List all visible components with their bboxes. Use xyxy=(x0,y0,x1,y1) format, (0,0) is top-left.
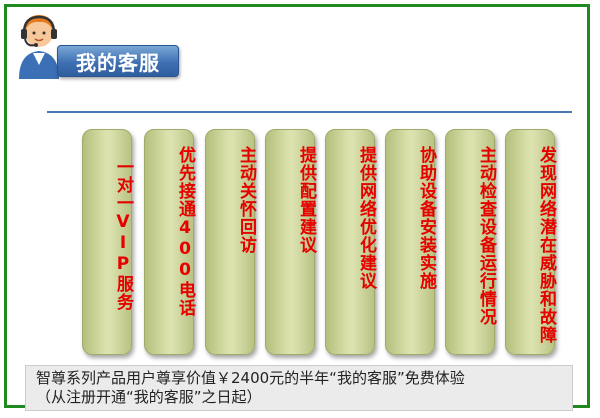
promotion-note: 智尊系列产品用户尊享价值￥2400元的半年“我的客服”免费体验 （从注册开通“我… xyxy=(25,365,573,411)
service-card: 发现网络潜在威胁和故障 xyxy=(505,129,556,355)
section-title-bar: 我的客服 xyxy=(57,45,179,77)
service-card: 协助设备安装实施 xyxy=(385,129,436,355)
service-card: 优先接通400电话 xyxy=(144,129,195,355)
service-card: 主动关怀回访 xyxy=(205,129,256,355)
service-card-label: 提供配置建议 xyxy=(296,146,316,254)
content-frame: 我的客服 一对一VIP服务 优先接通400电话 主动关怀回访 提供配置建议 提供… xyxy=(4,4,590,411)
service-card-label: 发现网络潜在威胁和故障 xyxy=(536,146,556,344)
service-card-label: 优先接通400电话 xyxy=(175,146,195,317)
service-card-label: 一对一VIP服务 xyxy=(113,158,133,311)
promotion-line-1: 智尊系列产品用户尊享价值￥2400元的半年“我的客服”免费体验 xyxy=(36,369,465,387)
service-cards: 一对一VIP服务 优先接通400电话 主动关怀回访 提供配置建议 提供网络优化建… xyxy=(82,129,567,359)
service-card: 提供配置建议 xyxy=(265,129,316,355)
service-card-label: 主动检查设备运行情况 xyxy=(476,146,496,326)
service-card-label: 协助设备安装实施 xyxy=(416,146,436,290)
service-card-label: 主动关怀回访 xyxy=(236,146,256,254)
promotion-line-2: （从注册开通“我的客服”之日起） xyxy=(36,388,262,406)
service-card: 一对一VIP服务 xyxy=(82,129,133,355)
service-card-label: 提供网络优化建议 xyxy=(356,146,376,290)
customer-service-agent-icon xyxy=(19,15,59,79)
page-title: 我的客服 xyxy=(76,50,160,75)
service-card: 提供网络优化建议 xyxy=(325,129,376,355)
divider xyxy=(47,111,572,113)
service-card: 主动检查设备运行情况 xyxy=(445,129,496,355)
